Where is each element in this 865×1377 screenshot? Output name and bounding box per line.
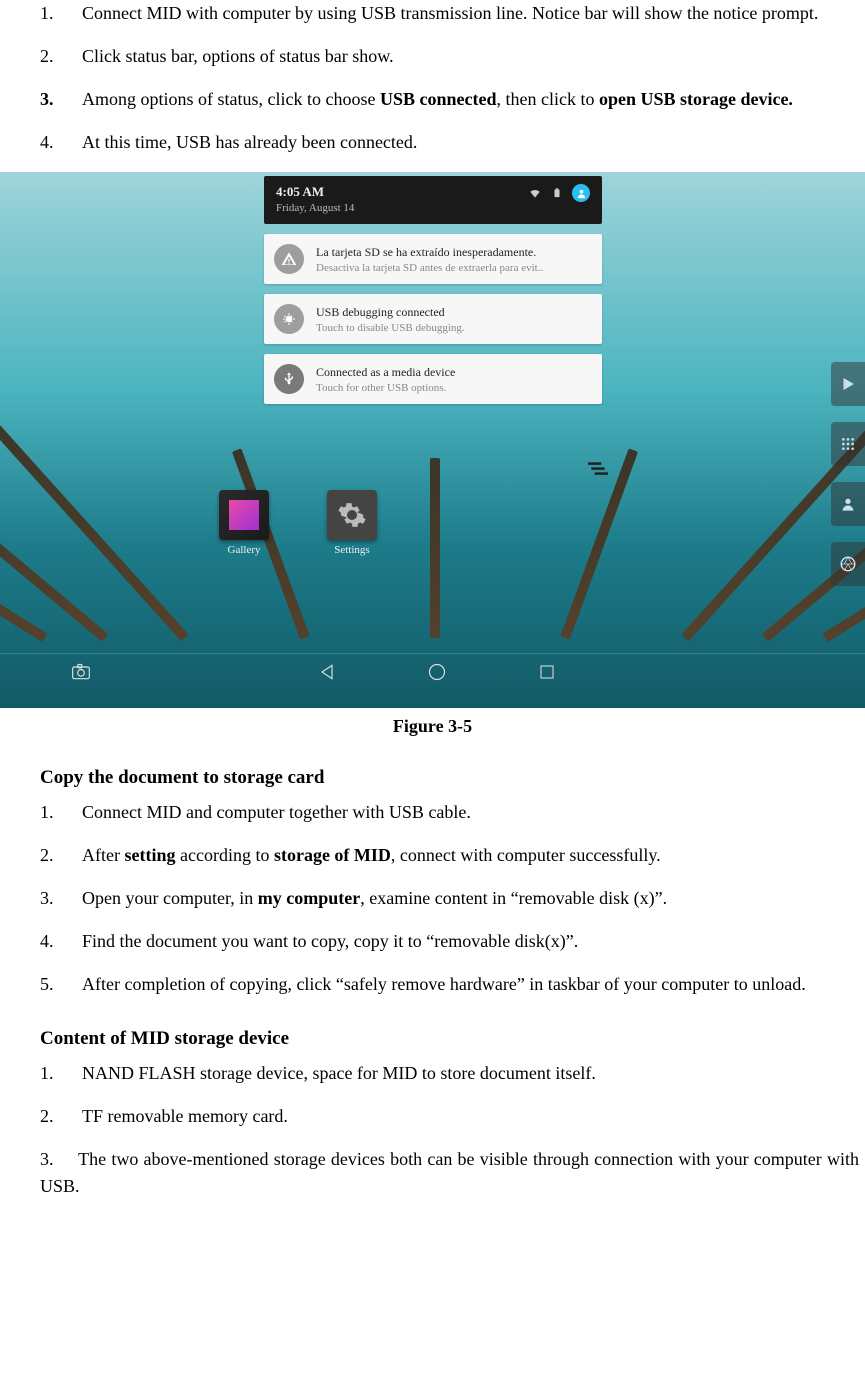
back-button-icon[interactable] (316, 661, 338, 683)
list-item: 5. After completion of copying, click “s… (40, 971, 859, 998)
notification-subtitle: Touch for other USB options. (316, 382, 590, 394)
app-label: Settings (322, 544, 382, 556)
person-icon (840, 496, 856, 512)
item-text: At this time, USB has already been conne… (82, 129, 859, 156)
item-number: 2. (40, 842, 82, 869)
navigation-bar (0, 653, 865, 690)
section-title: Copy the document to storage card (40, 767, 865, 789)
list-item: 2. Click status bar, options of status b… (40, 43, 859, 70)
list-item: 4. Find the document you want to copy, c… (40, 928, 859, 955)
user-avatar-icon[interactable] (572, 184, 590, 202)
item-number: 4. (40, 129, 82, 156)
content-list: 1. NAND FLASH storage device, space for … (0, 1060, 865, 1130)
document-page: 1. Connect MID with computer by using US… (0, 0, 865, 1240)
notification-title: Connected as a media device (316, 365, 590, 380)
recent-button-icon[interactable] (536, 661, 558, 683)
item-text: Connect MID with computer by using USB t… (82, 0, 859, 27)
list-item: 2. After setting according to storage of… (40, 842, 859, 869)
status-date: Friday, August 14 (276, 202, 354, 214)
clear-all-icon[interactable] (588, 460, 608, 474)
item-text: Open your computer, in my computer, exam… (82, 885, 859, 912)
play-icon (839, 375, 857, 393)
item-number: 5. (40, 971, 82, 998)
item-number: 1. (40, 0, 82, 27)
app-label: Gallery (214, 544, 274, 556)
device-screenshot: Gallery Settings 4:05 AM Friday, August … (0, 172, 865, 708)
item-text: NAND FLASH storage device, space for MID… (82, 1060, 859, 1087)
list-item: 1. Connect MID and computer together wit… (40, 799, 859, 826)
gear-icon (337, 500, 367, 530)
side-widget-play[interactable] (831, 362, 865, 406)
item-text: Click status bar, options of status bar … (82, 43, 859, 70)
list-item: 3. Among options of status, click to cho… (40, 86, 859, 113)
side-widget-apps[interactable] (831, 422, 865, 466)
list-item: 4. At this time, USB has already been co… (40, 129, 859, 156)
notification-header[interactable]: 4:05 AM Friday, August 14 (264, 176, 602, 224)
notification-panel: 4:05 AM Friday, August 14 La tarjeta SD … (264, 176, 602, 404)
notification-subtitle: Touch to disable USB debugging. (316, 322, 590, 334)
notification-title: La tarjeta SD se ha extraído inesperadam… (316, 245, 590, 260)
notification-title: USB debugging connected (316, 305, 590, 320)
item-number: 3. (40, 86, 82, 113)
camera-shortcut-icon[interactable] (70, 661, 92, 683)
bug-icon (274, 304, 304, 334)
list-item: 3. Open your computer, in my computer, e… (40, 885, 859, 912)
list-item: 1. NAND FLASH storage device, space for … (40, 1060, 859, 1087)
notification-sd-card[interactable]: La tarjeta SD se ha extraído inesperadam… (264, 234, 602, 284)
item-number: 1. (40, 1060, 82, 1087)
list-item: 2. TF removable memory card. (40, 1103, 859, 1130)
status-time: 4:05 AM (276, 184, 354, 200)
item-number: 3. (40, 885, 82, 912)
item-text: After completion of copying, click “safe… (82, 971, 859, 998)
item-text: Find the document you want to copy, copy… (82, 928, 859, 955)
warning-icon (274, 244, 304, 274)
notification-subtitle: Desactiva la tarjeta SD antes de extraer… (316, 262, 590, 274)
final-paragraph: 3. The two above-mentioned storage devic… (0, 1146, 865, 1200)
notification-usb-debug[interactable]: USB debugging connected Touch to disable… (264, 294, 602, 344)
item-text: Among options of status, click to choose… (82, 86, 859, 113)
item-number: 1. (40, 799, 82, 826)
item-text: The two above-mentioned storage devices … (40, 1149, 859, 1196)
item-number: 3. (40, 1146, 68, 1173)
side-widget-camera[interactable] (831, 542, 865, 586)
grid-icon (840, 436, 856, 452)
copy-steps-list: 1. Connect MID and computer together wit… (0, 799, 865, 998)
item-text: Connect MID and computer together with U… (82, 799, 859, 826)
wifi-icon (528, 186, 542, 200)
list-item: 1. Connect MID with computer by using US… (40, 0, 859, 27)
item-text: TF removable memory card. (82, 1103, 859, 1130)
status-icons (528, 184, 590, 202)
usb-steps-list: 1. Connect MID with computer by using US… (0, 0, 865, 156)
usb-icon (274, 364, 304, 394)
battery-icon (550, 186, 564, 200)
home-button-icon[interactable] (426, 661, 448, 683)
app-settings[interactable]: Settings (322, 490, 382, 556)
item-number: 4. (40, 928, 82, 955)
item-text: After setting according to storage of MI… (82, 842, 859, 869)
clock-block: 4:05 AM Friday, August 14 (276, 184, 354, 214)
aperture-icon (839, 555, 857, 573)
item-number: 2. (40, 1103, 82, 1130)
section-title: Content of MID storage device (40, 1028, 865, 1050)
notification-media-device[interactable]: Connected as a media device Touch for ot… (264, 354, 602, 404)
side-widget-contacts[interactable] (831, 482, 865, 526)
pier-plank (430, 458, 440, 638)
app-gallery[interactable]: Gallery (214, 490, 274, 556)
item-number: 2. (40, 43, 82, 70)
figure-caption: Figure 3-5 (0, 716, 865, 737)
